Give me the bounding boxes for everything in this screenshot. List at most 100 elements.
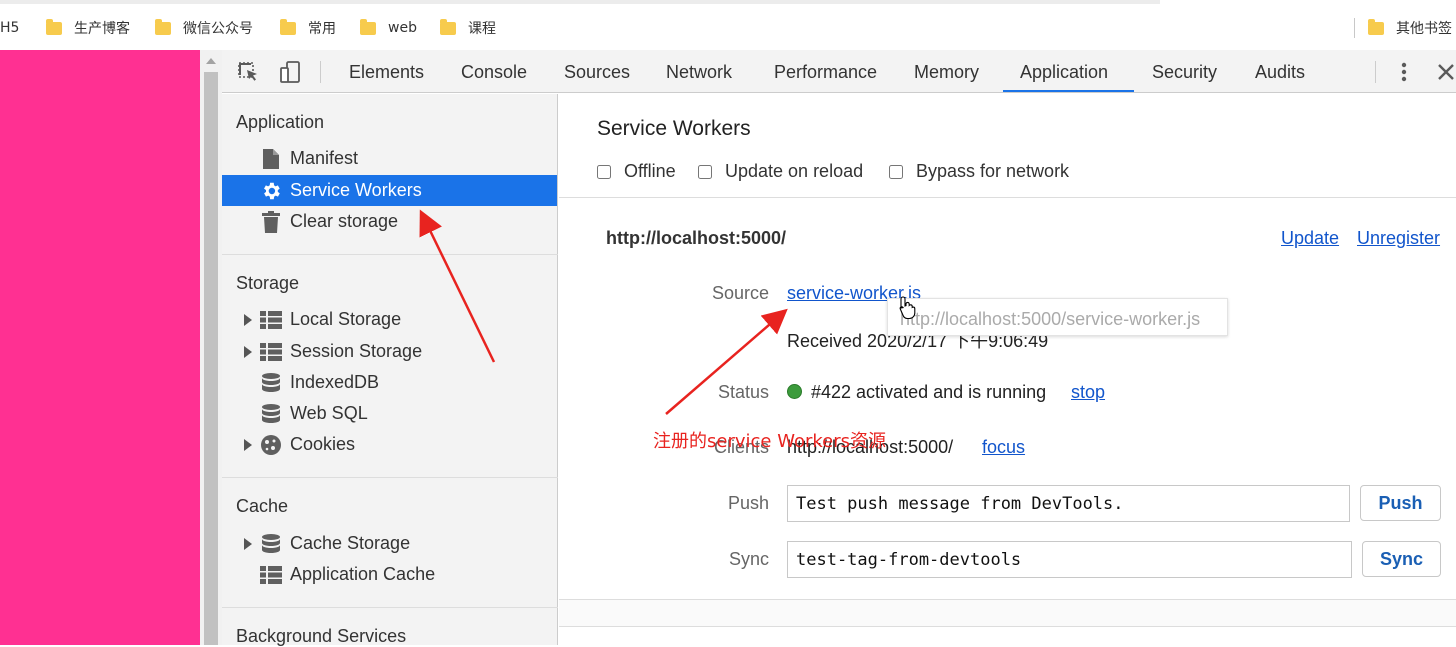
unregister-link[interactable]: Unregister bbox=[1357, 228, 1440, 249]
sidebar-item-clear-storage[interactable]: Clear storage bbox=[222, 206, 557, 237]
sidebar-item-service-workers[interactable]: Service Workers bbox=[222, 175, 557, 206]
tab-elements[interactable]: Elements bbox=[349, 50, 424, 93]
page-viewport bbox=[0, 50, 200, 645]
next-worker-section bbox=[559, 600, 1456, 627]
folder-icon bbox=[155, 18, 171, 35]
focus-link[interactable]: focus bbox=[982, 437, 1025, 458]
database-icon bbox=[260, 533, 282, 555]
expand-triangle-icon[interactable] bbox=[244, 438, 252, 451]
folder-icon bbox=[440, 18, 456, 35]
annotation-text: 注册的service Workers资源 bbox=[653, 431, 886, 452]
folder-icon bbox=[360, 18, 376, 35]
offline-checkbox[interactable]: Offline bbox=[597, 161, 676, 182]
section-title-application: Application bbox=[236, 112, 325, 132]
sidebar-item-label: IndexedDB bbox=[290, 372, 380, 392]
active-tab-indicator bbox=[1003, 90, 1134, 92]
scroll-up-arrow-icon[interactable] bbox=[206, 58, 216, 64]
sidebar-item-label: Cookies bbox=[290, 434, 356, 454]
bookmark-h5[interactable]: H5 bbox=[0, 17, 19, 39]
tab-network[interactable]: Network bbox=[666, 50, 732, 93]
sync-input[interactable] bbox=[787, 541, 1352, 578]
sidebar-item-cache-storage[interactable]: Cache Storage bbox=[222, 528, 557, 559]
link-tooltip: http://localhost:5000/service-worker.js bbox=[887, 298, 1228, 336]
sidebar-item-cookies[interactable]: Cookies bbox=[222, 429, 557, 460]
section-divider bbox=[222, 607, 558, 608]
scrollbar-thumb[interactable] bbox=[204, 72, 218, 645]
grid-icon bbox=[260, 564, 282, 586]
bookmark-folder[interactable]: web bbox=[360, 17, 417, 39]
tab-security[interactable]: Security bbox=[1152, 50, 1217, 93]
tab-performance[interactable]: Performance bbox=[774, 50, 877, 93]
panel-title: Service Workers bbox=[597, 117, 751, 140]
grid-icon bbox=[260, 309, 282, 331]
bookmark-other-folder[interactable]: 其他书签 bbox=[1368, 17, 1452, 39]
sidebar-item-indexeddb[interactable]: IndexedDB bbox=[222, 367, 557, 398]
bookmark-folder[interactable]: 微信公众号 bbox=[155, 17, 253, 39]
sidebar-item-web-sql[interactable]: Web SQL bbox=[222, 398, 557, 429]
toolbar-separator bbox=[320, 61, 321, 83]
bookmark-folder[interactable]: 生产博客 bbox=[46, 17, 130, 39]
sidebar-item-label: Application Cache bbox=[290, 564, 436, 584]
bookmark-label: 微信公众号 bbox=[183, 21, 253, 37]
tab-sources[interactable]: Sources bbox=[564, 50, 630, 93]
database-icon bbox=[260, 403, 282, 425]
status-dot-icon bbox=[787, 384, 802, 399]
checkbox-input[interactable] bbox=[597, 164, 611, 179]
push-input[interactable] bbox=[787, 485, 1350, 522]
expand-triangle-icon[interactable] bbox=[244, 345, 252, 358]
tab-console[interactable]: Console bbox=[461, 50, 527, 93]
section-title-background-services: Background Services bbox=[236, 626, 407, 646]
database-icon bbox=[260, 372, 282, 394]
push-label: Push bbox=[727, 493, 769, 513]
bookmark-folder[interactable]: 常用 bbox=[280, 17, 336, 39]
sidebar-item-label: Manifest bbox=[290, 148, 359, 168]
sidebar-item-label: Local Storage bbox=[290, 309, 402, 329]
cookie-icon bbox=[260, 434, 282, 456]
close-icon[interactable] bbox=[1434, 60, 1456, 84]
sidebar-item-application-cache[interactable]: Application Cache bbox=[222, 559, 557, 590]
bypass-for-network-checkbox[interactable]: Bypass for network bbox=[889, 161, 1069, 182]
section-divider bbox=[222, 477, 558, 478]
tab-audits[interactable]: Audits bbox=[1255, 50, 1305, 93]
tab-memory[interactable]: Memory bbox=[914, 50, 979, 93]
bookmark-label: H5 bbox=[0, 20, 20, 36]
bookmark-label: web bbox=[388, 20, 417, 36]
header-divider bbox=[559, 197, 1456, 198]
push-button[interactable]: Push bbox=[1360, 485, 1441, 521]
section-divider bbox=[222, 254, 558, 255]
toolbar-separator bbox=[1375, 61, 1376, 83]
bookmark-label: 课程 bbox=[468, 21, 496, 37]
more-vertical-icon[interactable] bbox=[1392, 60, 1416, 84]
sync-label: Sync bbox=[728, 549, 769, 569]
device-toolbar-icon[interactable] bbox=[278, 60, 302, 84]
sidebar-item-manifest[interactable]: Manifest bbox=[222, 143, 557, 174]
bookmark-separator bbox=[1354, 18, 1355, 38]
folder-icon bbox=[1368, 18, 1384, 35]
bookmark-folder[interactable]: 课程 bbox=[440, 17, 496, 39]
expand-triangle-icon[interactable] bbox=[244, 313, 252, 326]
sync-button[interactable]: Sync bbox=[1362, 541, 1441, 577]
application-sidebar: Application Manifest Service Workers Cle… bbox=[222, 94, 558, 646]
status-label: Status bbox=[717, 382, 769, 402]
inspect-element-icon[interactable] bbox=[236, 60, 260, 84]
sidebar-item-session-storage[interactable]: Session Storage bbox=[222, 336, 557, 367]
stop-link[interactable]: stop bbox=[1071, 382, 1105, 403]
folder-icon bbox=[46, 18, 62, 35]
bookmark-label: 生产博客 bbox=[74, 21, 130, 37]
source-label: Source bbox=[711, 283, 769, 303]
tab-application[interactable]: Application bbox=[1020, 50, 1108, 93]
sidebar-item-label: Cache Storage bbox=[290, 533, 411, 553]
sidebar-item-local-storage[interactable]: Local Storage bbox=[222, 304, 557, 335]
hand-cursor-icon bbox=[899, 296, 916, 319]
gear-icon bbox=[260, 180, 282, 202]
file-icon bbox=[260, 148, 282, 170]
update-on-reload-checkbox[interactable]: Update on reload bbox=[698, 161, 863, 182]
checkbox-input[interactable] bbox=[889, 164, 903, 179]
update-link[interactable]: Update bbox=[1281, 228, 1339, 249]
sidebar-item-label: Clear storage bbox=[290, 211, 399, 231]
section-title-storage: Storage bbox=[236, 273, 300, 293]
expand-triangle-icon[interactable] bbox=[244, 537, 252, 550]
page-scrollbar[interactable] bbox=[200, 50, 222, 645]
devtools-toolbar: Elements Console Sources Network Perform… bbox=[222, 50, 1456, 93]
checkbox-input[interactable] bbox=[698, 164, 712, 179]
